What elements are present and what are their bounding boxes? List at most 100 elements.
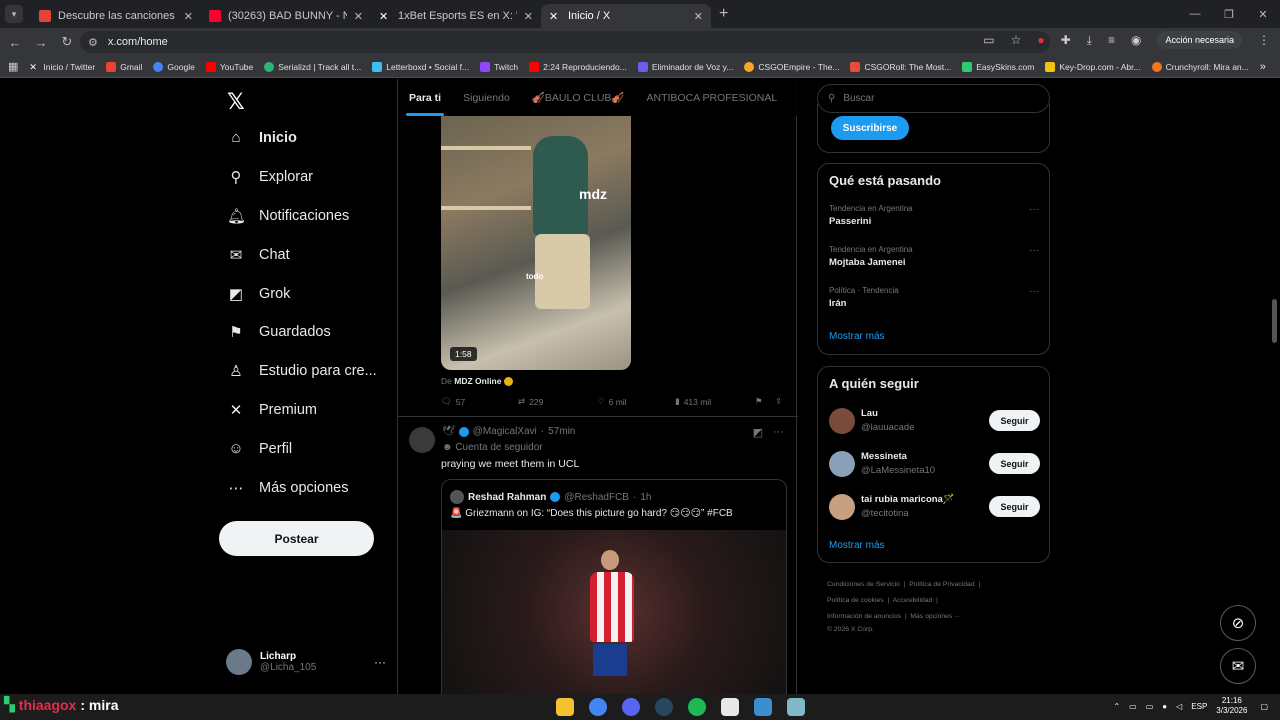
spotify-icon[interactable] xyxy=(688,698,706,716)
bookmark-item[interactable]: 2:24 Reproduciendo... xyxy=(529,61,627,72)
nav-item-mas-opciones[interactable]: ⋯ Más opciones xyxy=(227,479,349,497)
bookmark-item[interactable]: Serializd | Track all t... xyxy=(264,61,361,72)
footer-link[interactable]: Información de anuncios xyxy=(827,613,901,620)
tweet-time[interactable]: 57min xyxy=(548,426,575,437)
file-explorer-icon[interactable] xyxy=(556,698,574,716)
browser-tab[interactable]: Descubre las canciones más es ✕ xyxy=(31,4,201,28)
language-indicator[interactable]: ESP xyxy=(1191,702,1207,711)
more-icon[interactable]: ··· xyxy=(374,655,386,669)
follow-suggestion[interactable]: tai rubia maricona🪄 @tecitotina Seguir xyxy=(829,494,1040,524)
nav-item-guardados[interactable]: ⚑ Guardados xyxy=(227,323,330,341)
notification-icon[interactable]: ▢ xyxy=(1260,702,1268,711)
site-info-icon[interactable]: ⚙ xyxy=(88,36,98,49)
follow-suggestion[interactable]: Lau @lauuacade Seguir xyxy=(829,408,1040,438)
post-button[interactable]: Postear xyxy=(219,521,374,556)
bookmark-item[interactable]: CSGORoll: The Most... xyxy=(850,61,951,72)
bookmark-item[interactable]: Eliminador de Voz y... xyxy=(637,61,733,72)
account-switcher[interactable]: Licharp @Licha_105 ··· xyxy=(226,649,386,675)
forward-button[interactable]: → xyxy=(28,35,54,50)
avatar[interactable] xyxy=(409,427,435,453)
page-scrollbar[interactable] xyxy=(1272,299,1277,343)
follow-button[interactable]: Seguir xyxy=(989,410,1040,431)
more-icon[interactable]: ··· xyxy=(1029,245,1039,256)
chrome-icon[interactable] xyxy=(589,698,607,716)
footer-link[interactable]: Más opciones ··· xyxy=(910,613,961,620)
share-button[interactable]: ⇪ xyxy=(775,396,782,407)
x-logo-icon[interactable]: 𝕏 xyxy=(227,89,245,115)
menu-icon[interactable]: ⋮ xyxy=(1258,33,1270,47)
restore-button[interactable]: ❐ xyxy=(1212,0,1246,28)
more-icon[interactable]: ··· xyxy=(1029,204,1039,215)
tray-icon[interactable]: ▭ xyxy=(1129,702,1137,711)
app-icon[interactable] xyxy=(787,698,805,716)
bookmark-item[interactable]: ✕ Inicio / Twitter xyxy=(29,62,95,72)
more-bookmarks-icon[interactable]: » xyxy=(1260,61,1266,73)
tweet-video[interactable]: mdz todo 1:58 xyxy=(441,116,631,370)
tab-ba[interactable]: Ba xyxy=(788,79,798,116)
nav-item-explorar[interactable]: ⚲ Explorar xyxy=(227,168,314,186)
bookmark-item[interactable]: YouTube xyxy=(205,61,253,72)
action-required-button[interactable]: Acción necesaria xyxy=(1157,31,1242,49)
nav-item-notificaciones[interactable]: 🔔︎ Notificaciones xyxy=(227,207,349,225)
more-icon[interactable]: ··· xyxy=(773,426,784,439)
url-bar[interactable]: ⚙ x.com/home xyxy=(80,31,1050,53)
like-button[interactable]: ♡ 6 mil xyxy=(597,396,675,407)
show-more-follow-link[interactable]: Mostrar más xyxy=(829,540,885,551)
more-icon[interactable]: ··· xyxy=(1029,286,1039,297)
trend-item[interactable]: Tendencia en Argentina Passerini ··· xyxy=(829,204,1039,227)
close-tab-icon[interactable]: ✕ xyxy=(184,10,193,23)
footer-link[interactable]: Política de cookies xyxy=(827,597,884,604)
chevron-up-icon[interactable]: ⌃ xyxy=(1113,702,1120,711)
bookmark-item[interactable]: Key-Drop.com - Abr... xyxy=(1045,61,1141,72)
browser-tab[interactable]: ✕ 1xBet Esports ES en X: "CS:GO ✕ xyxy=(371,4,541,28)
bookmark-item[interactable]: EasySkins.com xyxy=(962,61,1034,72)
steam-icon[interactable] xyxy=(655,698,673,716)
nav-item-inicio[interactable]: ⌂ Inicio xyxy=(227,129,296,146)
new-tab-button[interactable]: + xyxy=(719,5,728,23)
follow-button[interactable]: Seguir xyxy=(989,496,1040,517)
profile-avatar-icon[interactable]: ◉ xyxy=(1131,33,1141,47)
messages-float-button[interactable]: ✉ xyxy=(1220,648,1256,684)
volume-icon[interactable]: ◁ xyxy=(1176,702,1182,711)
views-button[interactable]: ▮ 413 mil xyxy=(675,396,755,407)
footer-link[interactable]: Política de Privacidad xyxy=(909,581,974,588)
bookmark-item[interactable]: Twitch xyxy=(480,61,518,72)
nav-item-chat[interactable]: ✉ Chat xyxy=(227,246,290,264)
tab-search-button[interactable]: ▾ xyxy=(5,5,23,23)
network-icon[interactable]: ▭ xyxy=(1146,702,1154,711)
trend-item[interactable]: Política · Tendencia Irán ··· xyxy=(829,286,1039,309)
tab-baulo-club[interactable]: 🎻BAULO CLUB🎻 xyxy=(521,79,636,116)
close-tab-icon[interactable]: ✕ xyxy=(524,10,533,23)
extension-icon[interactable]: ● xyxy=(1037,33,1044,47)
repost-button[interactable]: ⇄ 229 xyxy=(518,396,597,407)
bookmark-item[interactable]: Crunchyroll: Mira an... xyxy=(1151,61,1249,72)
app-icon[interactable] xyxy=(754,698,772,716)
nav-item-grok[interactable]: ◩ Grok xyxy=(227,285,291,303)
browser-tab-active[interactable]: ✕ Inicio / X ✕ xyxy=(541,4,711,28)
grok-float-button[interactable]: ⊘ xyxy=(1220,605,1256,641)
show-more-trends-link[interactable]: Mostrar más xyxy=(829,331,885,342)
follow-button[interactable]: Seguir xyxy=(989,453,1040,474)
close-tab-icon[interactable]: ✕ xyxy=(354,10,363,23)
bookmark-button[interactable]: ⚑ xyxy=(755,396,775,407)
bookmark-item[interactable]: CSGOEmpire - The... xyxy=(744,61,839,72)
subscribe-button[interactable]: Suscribirse xyxy=(831,116,909,140)
apps-icon[interactable]: ▦ xyxy=(8,60,18,73)
nav-item-perfil[interactable]: ☺ Perfil xyxy=(227,440,292,457)
nav-item-estudio[interactable]: ♙ Estudio para cre... xyxy=(227,362,376,380)
quote-image[interactable] xyxy=(442,530,786,694)
tab-siguiendo[interactable]: Siguiendo xyxy=(452,79,521,116)
puzzle-icon[interactable]: ✚ xyxy=(1061,33,1071,47)
install-app-icon[interactable]: ▭ xyxy=(983,33,994,47)
search-input[interactable]: ⚲ Buscar xyxy=(817,84,1050,113)
clock[interactable]: 21:16 3/3/2026 xyxy=(1216,696,1247,716)
bookmark-item[interactable]: Google xyxy=(153,61,195,72)
minimize-button[interactable]: — xyxy=(1178,0,1212,28)
tab-para-ti[interactable]: Para ti xyxy=(398,79,452,116)
grok-icon[interactable]: ◩ xyxy=(753,426,763,439)
reply-button[interactable]: 🗨︎ 57 xyxy=(441,396,518,407)
footer-link[interactable]: Accesibilidad xyxy=(893,597,933,604)
back-button[interactable]: ← xyxy=(2,35,28,50)
bookmark-item[interactable]: Gmail xyxy=(106,61,142,72)
browser-tab[interactable]: (30263) BAD BUNNY - NADIE S ✕ xyxy=(201,4,371,28)
